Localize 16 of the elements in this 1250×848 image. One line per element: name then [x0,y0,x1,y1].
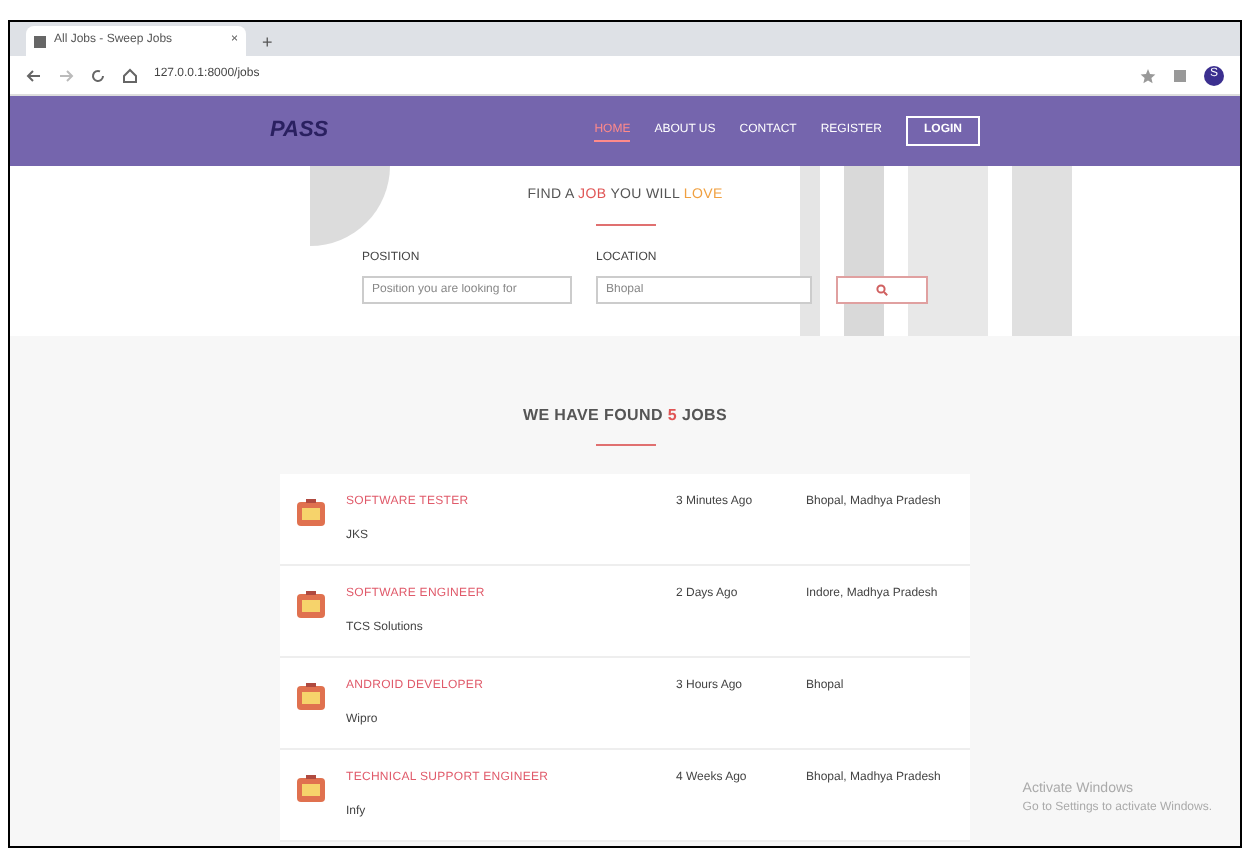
star-icon[interactable] [1140,67,1156,83]
briefcase-icon [296,590,326,620]
search-button[interactable] [836,275,928,303]
forward-icon[interactable] [58,67,74,83]
extension-icon[interactable] [1172,67,1188,83]
site-logo[interactable]: PASS [270,114,329,148]
results-heading: WE HAVE FOUND 5 JOBS [522,404,728,428]
briefcase-icon [296,774,326,804]
back-icon[interactable] [26,67,42,83]
home-icon[interactable] [122,67,138,83]
briefcase-icon [296,498,326,528]
page-icon [34,35,46,47]
reload-icon[interactable] [90,67,106,83]
search-icon [876,283,888,295]
new-tab-button[interactable]: + [246,29,289,56]
briefcase-icon [296,682,326,712]
